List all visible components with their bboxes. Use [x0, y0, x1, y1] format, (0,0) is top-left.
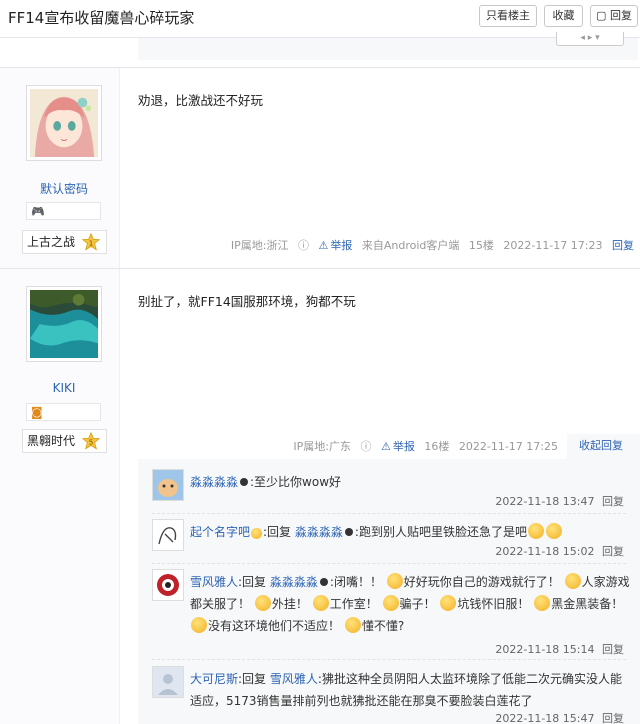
reply-button[interactable]: ▢ 回复	[590, 5, 638, 27]
floor-number: 16楼	[424, 440, 450, 453]
badge-icon	[319, 578, 328, 586]
reply-time: 2022-11-18 13:47	[495, 495, 595, 508]
thread-title: FF14宣布收留魔兽心碎玩家	[8, 9, 195, 27]
only-author-button[interactable]: 只看楼主	[479, 5, 537, 27]
grin-emoji-icon	[312, 595, 329, 611]
level-star-icon: 5	[82, 432, 100, 450]
reply-text: 雪风雅人:回复 淼淼淼淼:闭嘴！！ 好好玩你自己的游戏就行了！ 人家游戏都关服了…	[190, 573, 630, 633]
member-level[interactable]: 上古之战 1	[22, 230, 107, 254]
post-content: 劝退，比激战还不好玩	[138, 93, 264, 108]
reply-meta: 2022-11-18 15:47 回复	[495, 710, 624, 724]
avatar[interactable]	[152, 469, 184, 501]
reply-username[interactable]: 淼淼淼淼	[190, 475, 238, 489]
reply-text: 起个名字吧:回复 淼淼淼淼:跑到别人贴吧里铁脸还急了是吧	[190, 521, 630, 543]
avatar[interactable]	[152, 666, 184, 698]
grin-emoji-icon	[534, 595, 551, 611]
svg-text:5: 5	[89, 438, 94, 447]
smile-emoji-icon	[251, 528, 263, 539]
grin-emoji-icon	[386, 573, 403, 589]
author-sidebar: KIKI ◙ 黑翱时代 5	[0, 269, 120, 724]
post-time: 2022-11-17 17:23	[503, 239, 603, 252]
reply-meta: 2022-11-18 15:14 回复	[495, 641, 624, 657]
post-tail: IP属地:广东 ⓘ ⚠ 举报 16楼 2022-11-17 17:25	[287, 438, 558, 454]
author-name[interactable]: 默认密码	[0, 180, 128, 197]
grin-emoji-icon	[440, 595, 457, 611]
medal-icon[interactable]: ◙	[31, 405, 43, 419]
reply-link[interactable]: 回复	[602, 495, 624, 508]
member-level[interactable]: 黑翱时代 5	[22, 429, 107, 453]
reply-target[interactable]: 淼淼淼淼	[295, 525, 343, 539]
thread-header: FF14宣布收留魔兽心碎玩家 只看楼主 收藏 ▢ 回复	[0, 0, 640, 38]
reply-meta: 2022-11-18 13:47 回复	[495, 493, 624, 509]
reply-link[interactable]: 回复	[612, 239, 634, 252]
svg-text:1: 1	[89, 239, 94, 248]
reply-link[interactable]: 回复	[602, 712, 624, 724]
reply-link[interactable]: 回复	[602, 643, 624, 656]
info-icon: ⓘ	[360, 440, 372, 453]
comment-icon: ▢	[596, 9, 607, 22]
warning-icon: ⚠	[381, 440, 391, 453]
badge-icon	[344, 528, 353, 536]
reply-username[interactable]: 大可尼斯	[190, 672, 238, 686]
grin-emoji-icon	[564, 573, 581, 589]
grin-emoji-icon	[254, 595, 271, 611]
grin-emoji-icon	[344, 617, 361, 633]
avatar[interactable]	[26, 85, 102, 161]
surprised-emoji-icon	[527, 523, 544, 539]
post-tail: IP属地:浙江 ⓘ ⚠ 举报 来自Android客户端 15楼 2022-11-1…	[225, 237, 634, 253]
floor-number: 15楼	[468, 239, 494, 252]
surprised-emoji-icon	[545, 523, 562, 539]
reply-meta: 2022-11-18 15:02 回复	[495, 543, 624, 559]
report-link[interactable]: ⚠ 举报	[318, 239, 352, 252]
default-avatar-icon	[153, 667, 183, 697]
level-name: 上古之战	[27, 235, 76, 249]
level-name: 黑翱时代	[27, 434, 76, 448]
reply-target[interactable]: 雪风雅人	[270, 672, 318, 686]
author-name[interactable]: KIKI	[0, 381, 128, 395]
previous-reply-controls[interactable]: ◂ ▸ ▾	[556, 32, 624, 46]
badge-icon	[240, 478, 249, 486]
avatar-image	[153, 570, 183, 600]
divider	[152, 513, 626, 514]
collapse-replies-link[interactable]: 收起回复	[567, 434, 640, 459]
reply-text: 淼淼淼淼:至少比你wow好	[190, 475, 342, 489]
post-content: 别扯了，就FF14国服那环境，狗都不玩	[138, 294, 356, 309]
info-icon: ⓘ	[297, 239, 309, 252]
avatar[interactable]	[152, 519, 184, 551]
warning-icon: ⚠	[318, 239, 329, 252]
favorite-button[interactable]: 收藏	[544, 5, 583, 27]
post-time: 2022-11-17 17:25	[458, 440, 558, 453]
reply-username[interactable]: 起个名字吧	[190, 525, 250, 539]
gamepad-icon[interactable]: 🎮	[31, 205, 45, 218]
divider	[152, 563, 626, 564]
reply-time: 2022-11-18 15:02	[495, 545, 595, 558]
reply-link[interactable]: 回复	[602, 545, 624, 558]
reply-time: 2022-11-18 15:14	[495, 643, 595, 656]
reply-text: 大可尼斯:回复 雪风雅人:狒批这种全员阴阳人太监环境除了低能二次元确实没人能适应…	[190, 672, 622, 708]
reply-username[interactable]: 雪风雅人	[190, 575, 238, 589]
client-source: 来自Android客户端	[361, 239, 460, 252]
grin-emoji-icon	[191, 617, 207, 633]
reply-time: 2022-11-18 15:47	[495, 712, 595, 724]
avatar[interactable]	[152, 569, 184, 601]
grin-emoji-icon	[382, 595, 399, 611]
level-star-icon: 1	[82, 233, 100, 251]
divider	[152, 659, 626, 660]
ip-location: IP属地:广东	[293, 440, 351, 453]
avatar-image	[153, 520, 183, 550]
author-sidebar: 默认密码 🎮 上古之战 1	[0, 68, 120, 268]
avatar-image	[153, 470, 183, 500]
badge-row: ◙	[26, 403, 101, 421]
badge-row: 🎮	[26, 202, 101, 220]
post-floor-15: 默认密码 🎮 上古之战 1 劝退，比激战还不好玩 IP属地:浙江 ⓘ ⚠ 举报 来…	[0, 67, 640, 268]
reply-target[interactable]: 淼淼淼淼	[270, 575, 318, 589]
reply-button-label: 回复	[609, 9, 632, 22]
reply-list: 淼淼淼淼:至少比你wow好 2022-11-18 13:47 回复 起个名字吧:…	[138, 459, 640, 724]
avatar[interactable]	[26, 286, 102, 362]
anime-girl-avatar-image	[30, 89, 98, 157]
report-link[interactable]: ⚠ 举报	[381, 440, 415, 453]
ip-location: IP属地:浙江	[230, 239, 289, 252]
coastline-avatar-image	[30, 290, 98, 358]
